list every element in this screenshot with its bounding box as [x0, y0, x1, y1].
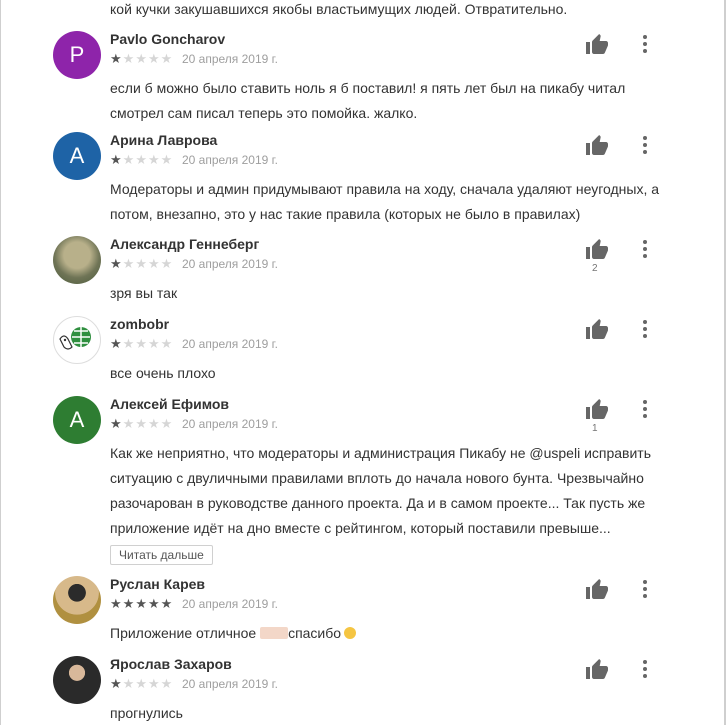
review-text: прогнулись — [110, 705, 183, 721]
star-icon: ★ — [135, 51, 148, 66]
review-author: Арина Лаврова — [110, 132, 218, 148]
more-vert-icon[interactable] — [642, 240, 648, 258]
more-vert-icon[interactable] — [642, 136, 648, 154]
like-count: 1 — [592, 423, 598, 434]
star-rating: ★★★★★ — [110, 416, 173, 432]
star-icon: ★ — [110, 256, 123, 271]
star-icon: ★ — [147, 596, 161, 611]
star-icon: ★ — [147, 256, 161, 271]
thumbs-up-icon[interactable] — [585, 238, 609, 262]
star-icon: ★ — [122, 336, 136, 351]
star-icon: ★ — [110, 336, 123, 351]
star-icon: ★ — [122, 596, 136, 611]
read-more-button[interactable]: Читать дальше — [110, 545, 213, 565]
star-icon: ★ — [160, 416, 174, 431]
more-vert-icon[interactable] — [642, 35, 648, 53]
smiling-face-emoji-icon — [344, 627, 357, 639]
thumbs-up-icon[interactable] — [585, 578, 609, 602]
avatar[interactable]: А — [53, 396, 101, 444]
more-vert-icon[interactable] — [642, 660, 648, 678]
star-icon: ★ — [147, 152, 161, 167]
star-icon: ★ — [160, 152, 174, 167]
frame-right-border — [724, 0, 726, 725]
review-date: 20 апреля 2019 г. — [182, 677, 278, 691]
review-text: если б можно было ставить ноль я б поста… — [110, 80, 626, 121]
review-author: Алексей Ефимов — [110, 396, 230, 412]
star-icon: ★ — [122, 676, 136, 691]
more-vert-icon[interactable] — [642, 580, 648, 598]
star-icon: ★ — [160, 51, 174, 66]
review-text: Модераторы и админ придумывают правила н… — [110, 181, 660, 222]
star-icon: ★ — [122, 416, 136, 431]
review-date: 20 апреля 2019 г. — [182, 337, 278, 351]
star-rating: ★★★★★ — [110, 676, 173, 692]
folded-hands-emoji-icon — [260, 627, 289, 639]
avatar[interactable]: А — [53, 132, 101, 180]
star-icon: ★ — [160, 336, 174, 351]
star-rating: ★★★★★ — [110, 256, 173, 272]
star-icon: ★ — [135, 152, 148, 167]
review-author: zombobr — [110, 316, 170, 332]
review-date: 20 апреля 2019 г. — [182, 257, 278, 271]
globe-icon — [59, 327, 91, 350]
frame-left-border — [0, 0, 1, 725]
star-rating: ★★★★★ — [110, 596, 173, 612]
thumbs-up-icon[interactable] — [585, 318, 609, 342]
star-icon: ★ — [122, 152, 136, 167]
review-text: все очень плохо — [110, 365, 216, 381]
thumbs-up-icon[interactable] — [585, 658, 609, 682]
avatar[interactable] — [53, 576, 101, 624]
avatar[interactable] — [53, 316, 101, 364]
more-vert-icon[interactable] — [642, 400, 648, 418]
star-icon: ★ — [160, 596, 174, 611]
star-icon: ★ — [147, 51, 161, 66]
review-text: Приложение отличное спасибо — [110, 621, 665, 646]
star-icon: ★ — [135, 596, 148, 611]
review-date: 20 апреля 2019 г. — [182, 52, 278, 66]
star-rating: ★★★★★ — [110, 152, 173, 168]
review-author: Pavlo Goncharov — [110, 31, 226, 47]
star-icon: ★ — [160, 676, 174, 691]
star-icon: ★ — [135, 336, 148, 351]
star-icon: ★ — [110, 51, 123, 66]
star-icon: ★ — [147, 676, 161, 691]
star-icon: ★ — [135, 676, 148, 691]
star-icon: ★ — [135, 416, 148, 431]
star-icon: ★ — [122, 256, 136, 271]
star-icon: ★ — [110, 152, 123, 167]
review-text: Как же неприятно, что модераторы и админ… — [110, 445, 652, 536]
star-icon: ★ — [147, 416, 161, 431]
star-icon: ★ — [110, 416, 123, 431]
star-icon: ★ — [135, 256, 148, 271]
review-text-fragment: кой кучки закушавшихся якобы властьимущи… — [110, 1, 568, 17]
star-rating: ★★★★★ — [110, 51, 173, 67]
like-count: 2 — [592, 263, 598, 274]
avatar[interactable]: P — [53, 31, 101, 79]
review-text: зря вы так — [110, 285, 178, 301]
review-author: Руслан Карев — [110, 576, 206, 592]
review-date: 20 апреля 2019 г. — [182, 597, 278, 611]
more-vert-icon[interactable] — [642, 320, 648, 338]
thumbs-up-icon[interactable] — [585, 33, 609, 57]
avatar[interactable] — [53, 236, 101, 284]
star-icon: ★ — [122, 51, 136, 66]
review-author: Александр Геннеберг — [110, 236, 260, 252]
thumbs-up-icon[interactable] — [585, 398, 609, 422]
star-icon: ★ — [147, 336, 161, 351]
star-icon: ★ — [110, 676, 123, 691]
review-date: 20 апреля 2019 г. — [182, 417, 278, 431]
star-rating: ★★★★★ — [110, 336, 173, 352]
star-icon: ★ — [110, 596, 123, 611]
review-date: 20 апреля 2019 г. — [182, 153, 278, 167]
review-author: Ярослав Захаров — [110, 656, 232, 672]
thumbs-up-icon[interactable] — [585, 134, 609, 158]
star-icon: ★ — [160, 256, 174, 271]
avatar[interactable] — [53, 656, 101, 704]
